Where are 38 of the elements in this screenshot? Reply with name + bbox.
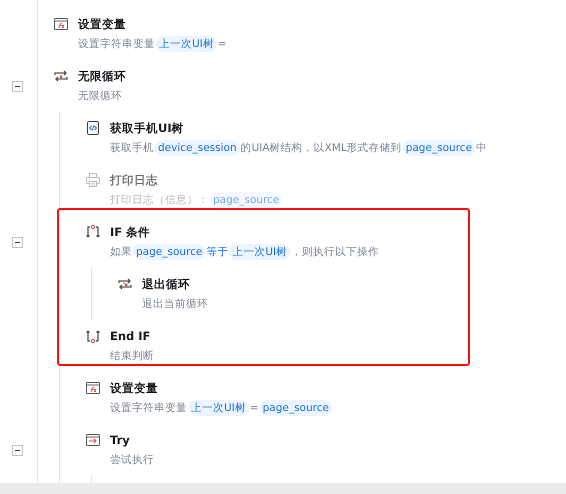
- collapse-button[interactable]: [12, 80, 22, 92]
- variable-chip: page_source: [210, 192, 282, 208]
- step-title: 退出循环: [142, 276, 191, 293]
- step-description: 结束判断: [110, 349, 154, 364]
- step-title: IF 条件: [110, 224, 152, 241]
- step-title: 获取手机UI树: [110, 120, 185, 137]
- step-title: 无限循环: [78, 68, 126, 85]
- variable-chip: 上一次UI树: [229, 244, 290, 260]
- function-icon: [53, 16, 69, 32]
- step-description: 无限循环: [78, 89, 123, 104]
- collapse-button[interactable]: [12, 444, 22, 456]
- loop-exit-icon: [117, 276, 133, 292]
- step-title: Try: [110, 432, 131, 449]
- loop-icon: [53, 68, 69, 84]
- branch-end-icon: [85, 328, 101, 344]
- variable-chip: page_source: [260, 400, 332, 416]
- code-icon: [85, 120, 101, 136]
- step-title: 设置变量: [110, 380, 159, 397]
- variable-chip: page_source: [402, 140, 476, 156]
- variable-chip: device_session: [155, 140, 240, 156]
- step-title: 打印日志: [110, 172, 159, 189]
- variable-chip: 上一次UI树: [156, 36, 217, 52]
- variable-chip: 上一次UI树: [188, 400, 249, 416]
- step-description: 设置字符串变量 上一次UI树 = page_source: [110, 398, 333, 418]
- collapse-button[interactable]: [12, 236, 22, 248]
- step-title: End IF: [110, 328, 152, 345]
- arrow-box-icon: [85, 432, 101, 448]
- step-description: 获取手机 device_session 的UIA树结构，以XML形式存储到 page_source 中: [110, 139, 488, 158]
- printer-icon: [85, 172, 101, 188]
- step-description: 如果 page_source 等于 上一次UI树 ，则执行以下操作: [110, 243, 380, 262]
- step-description: 退出当前循环: [142, 297, 208, 312]
- step-title: 设置变量: [78, 16, 127, 33]
- branch-icon: [85, 224, 101, 240]
- function-icon: [85, 380, 101, 396]
- step-description: 打印日志（信息）： page_source: [110, 190, 284, 210]
- variable-chip: page_source: [133, 244, 206, 260]
- step-description: 设置字符串变量 上一次UI树 =: [78, 35, 227, 54]
- step-description: 尝试执行: [110, 453, 154, 468]
